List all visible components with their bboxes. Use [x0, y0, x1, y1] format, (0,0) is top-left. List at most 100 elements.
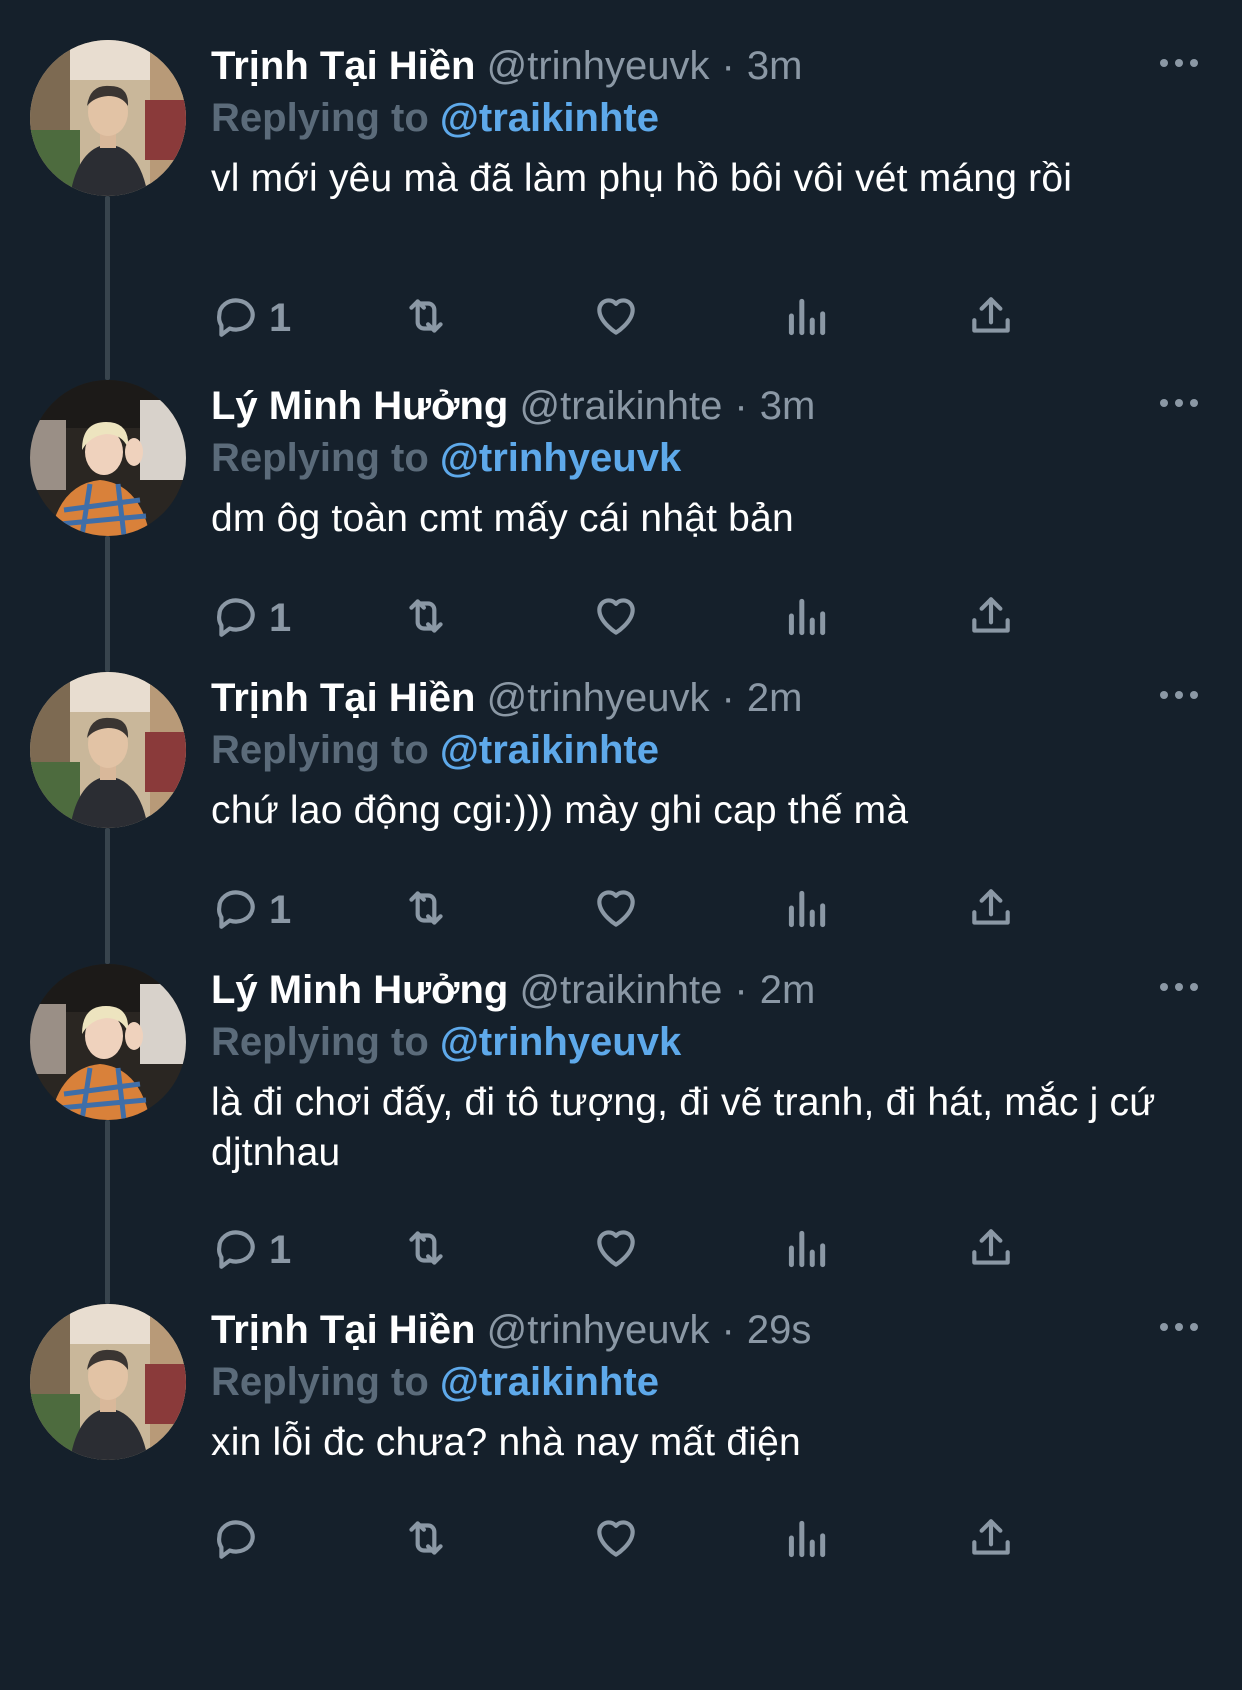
display-name[interactable]: Lý Minh Hưởng [211, 384, 508, 428]
avatar[interactable] [30, 964, 186, 1120]
tweet-actions: 1 [211, 1220, 1111, 1280]
reply-button[interactable]: 1 [211, 288, 291, 348]
avatar[interactable] [30, 40, 186, 196]
mention-link[interactable]: @traikinhte [440, 96, 659, 140]
retweet-button[interactable] [401, 1510, 451, 1570]
mention-link[interactable]: @trinhyeuvk [440, 1020, 681, 1064]
like-button[interactable] [591, 1510, 641, 1570]
username[interactable]: @trinhyeuvk [487, 1308, 710, 1352]
tweet-header: Trịnh Tại Hiền @trinhyeuvk · 2m [211, 672, 1202, 724]
analytics-icon [781, 1513, 831, 1568]
reply-icon [211, 1223, 261, 1278]
share-button[interactable] [966, 880, 1016, 940]
tweet-actions: 1 [211, 288, 1111, 348]
separator-dot: · [721, 44, 735, 88]
replying-label: Replying to [211, 96, 429, 140]
tweet-content: Trịnh Tại Hiền @trinhyeuvk · 3m Replying to… [211, 40, 1202, 340]
replying-to: Replying to @trinhyeuvk [211, 432, 1202, 484]
like-icon [591, 1513, 641, 1568]
tweet-text: dm ôg toàn cmt mấy cái nhật bản [211, 497, 794, 540]
retweet-button[interactable] [401, 1220, 451, 1280]
retweet-button[interactable] [401, 588, 451, 648]
username[interactable]: @traikinhte [520, 968, 723, 1012]
timestamp[interactable]: 2m [747, 676, 803, 720]
tweet-actions: 1 [211, 588, 1111, 648]
replying-label: Replying to [211, 1360, 429, 1404]
more-icon[interactable] [1156, 1304, 1202, 1350]
like-button[interactable] [591, 1220, 641, 1280]
reply-count: 1 [269, 295, 292, 340]
separator-dot: · [721, 1308, 735, 1352]
reply-button[interactable]: 1 [211, 588, 291, 648]
tweet-content: Trịnh Tại Hiền @trinhyeuvk · 2m Replying to… [211, 672, 1202, 932]
tweet-actions [211, 1510, 1111, 1570]
tweet-header: Trịnh Tại Hiền @trinhyeuvk · 29s [211, 1304, 1202, 1356]
like-button[interactable] [591, 288, 641, 348]
mention-link[interactable]: @traikinhte [440, 1360, 659, 1404]
timestamp[interactable]: 3m [760, 384, 816, 428]
tweet-header: Lý Minh Hưởng @traikinhte · 2m [211, 964, 1202, 1016]
share-icon [966, 591, 1016, 646]
avatar[interactable] [30, 672, 186, 828]
reply-button[interactable] [211, 1510, 269, 1570]
display-name[interactable]: Trịnh Tại Hiền [211, 1308, 475, 1352]
share-button[interactable] [966, 288, 1016, 348]
display-name[interactable]: Trịnh Tại Hiền [211, 676, 475, 720]
analytics-button[interactable] [781, 1510, 831, 1570]
more-icon[interactable] [1156, 672, 1202, 718]
tweet-content: Lý Minh Hưởng @traikinhte · 2m Replying to … [211, 964, 1202, 1272]
share-button[interactable] [966, 588, 1016, 648]
timestamp[interactable]: 29s [747, 1308, 812, 1352]
analytics-icon [781, 591, 831, 646]
mention-link[interactable]: @trinhyeuvk [440, 436, 681, 480]
tweet-text: là đi chơi đấy, đi tô tượng, đi vẽ tranh… [211, 1081, 1156, 1174]
retweet-button[interactable] [401, 880, 451, 940]
more-icon[interactable] [1156, 380, 1202, 426]
analytics-button[interactable] [781, 880, 831, 940]
reply-icon [211, 291, 261, 346]
reply-button[interactable]: 1 [211, 880, 291, 940]
mention-link[interactable]: @traikinhte [440, 728, 659, 772]
timestamp[interactable]: 3m [747, 44, 803, 88]
reply-button[interactable]: 1 [211, 1220, 291, 1280]
tweet-text: chứ lao động cgi:))) mày ghi cap thế mà [211, 789, 909, 832]
analytics-button[interactable] [781, 1220, 831, 1280]
avatar[interactable] [30, 1304, 186, 1460]
like-icon [591, 291, 641, 346]
analytics-icon [781, 1223, 831, 1278]
more-icon[interactable] [1156, 40, 1202, 86]
tweet-thread: Trịnh Tại Hiền @trinhyeuvk · 3m Replying to… [0, 0, 1242, 1690]
analytics-button[interactable] [781, 588, 831, 648]
more-icon[interactable] [1156, 964, 1202, 1010]
replying-label: Replying to [211, 436, 429, 480]
reply-count: 1 [269, 595, 292, 640]
replying-label: Replying to [211, 1020, 429, 1064]
analytics-button[interactable] [781, 288, 831, 348]
retweet-icon [401, 883, 451, 938]
thread-line [105, 1120, 110, 1304]
tweet-text: vl mới yêu mà đã làm phụ hồ bôi vôi vét … [211, 157, 1073, 200]
retweet-button[interactable] [401, 288, 451, 348]
like-button[interactable] [591, 588, 641, 648]
timestamp[interactable]: 2m [760, 968, 816, 1012]
separator-dot: · [734, 968, 748, 1012]
replying-label: Replying to [211, 728, 429, 772]
share-button[interactable] [966, 1220, 1016, 1280]
display-name[interactable]: Trịnh Tại Hiền [211, 44, 475, 88]
username[interactable]: @trinhyeuvk [487, 676, 710, 720]
reply-icon [211, 1513, 261, 1568]
like-button[interactable] [591, 880, 641, 940]
replying-to: Replying to @traikinhte [211, 724, 1202, 776]
reply-icon [211, 591, 261, 646]
username[interactable]: @trinhyeuvk [487, 44, 710, 88]
share-button[interactable] [966, 1510, 1016, 1570]
username[interactable]: @traikinhte [520, 384, 723, 428]
tweet-actions: 1 [211, 880, 1111, 940]
avatar[interactable] [30, 380, 186, 536]
share-icon [966, 1223, 1016, 1278]
share-icon [966, 883, 1016, 938]
separator-dot: · [721, 676, 735, 720]
tweet-content: Lý Minh Hưởng @traikinhte · 3m Replying to … [211, 380, 1202, 640]
display-name[interactable]: Lý Minh Hưởng [211, 968, 508, 1012]
analytics-icon [781, 291, 831, 346]
